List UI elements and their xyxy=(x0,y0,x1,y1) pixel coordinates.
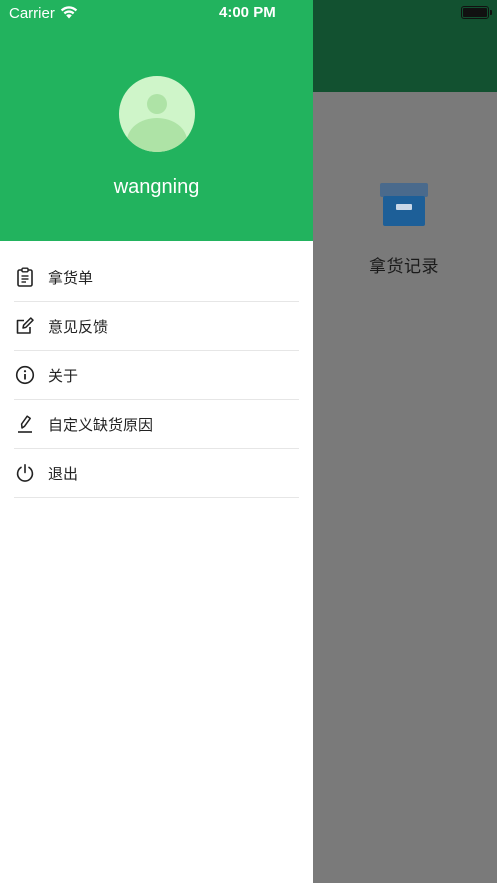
status-bar: Carrier 4:00 PM xyxy=(0,0,497,26)
pen-icon xyxy=(14,413,36,435)
menu-item-label: 拿货单 xyxy=(48,268,94,287)
menu-item-about[interactable]: 关于 xyxy=(14,351,299,400)
menu-item-logout[interactable]: 退出 xyxy=(14,449,299,498)
menu-item-label: 关于 xyxy=(48,366,79,385)
menu-item-label: 自定义缺货原因 xyxy=(48,415,154,434)
record-tile-label: 拿货记录 xyxy=(369,257,439,277)
archive-box-icon xyxy=(380,178,428,226)
menu-item-label: 意见反馈 xyxy=(48,317,109,336)
user-avatar-icon[interactable] xyxy=(119,76,195,152)
drawer-header: wangning xyxy=(0,0,313,241)
battery-icon xyxy=(461,6,492,19)
drawer-menu: 拿货单 意见反馈 关于 自定义缺货原因 退出 xyxy=(14,253,299,498)
menu-item-pickup-list[interactable]: 拿货单 xyxy=(14,253,299,302)
clock: 4:00 PM xyxy=(219,4,276,21)
edit-icon xyxy=(14,315,36,337)
menu-item-feedback[interactable]: 意见反馈 xyxy=(14,302,299,351)
wifi-icon xyxy=(60,6,78,19)
carrier-label: Carrier xyxy=(9,5,55,22)
menu-item-custom-reasons[interactable]: 自定义缺货原因 xyxy=(14,400,299,449)
side-drawer: wangning 拿货单 意见反馈 关于 自定义缺货原因 退出 xyxy=(0,0,313,883)
clipboard-icon xyxy=(14,266,36,288)
menu-item-label: 退出 xyxy=(48,464,79,483)
record-tile[interactable]: 拿货记录 xyxy=(348,178,460,277)
power-icon xyxy=(14,462,36,484)
info-icon xyxy=(14,364,36,386)
username: wangning xyxy=(113,176,200,198)
